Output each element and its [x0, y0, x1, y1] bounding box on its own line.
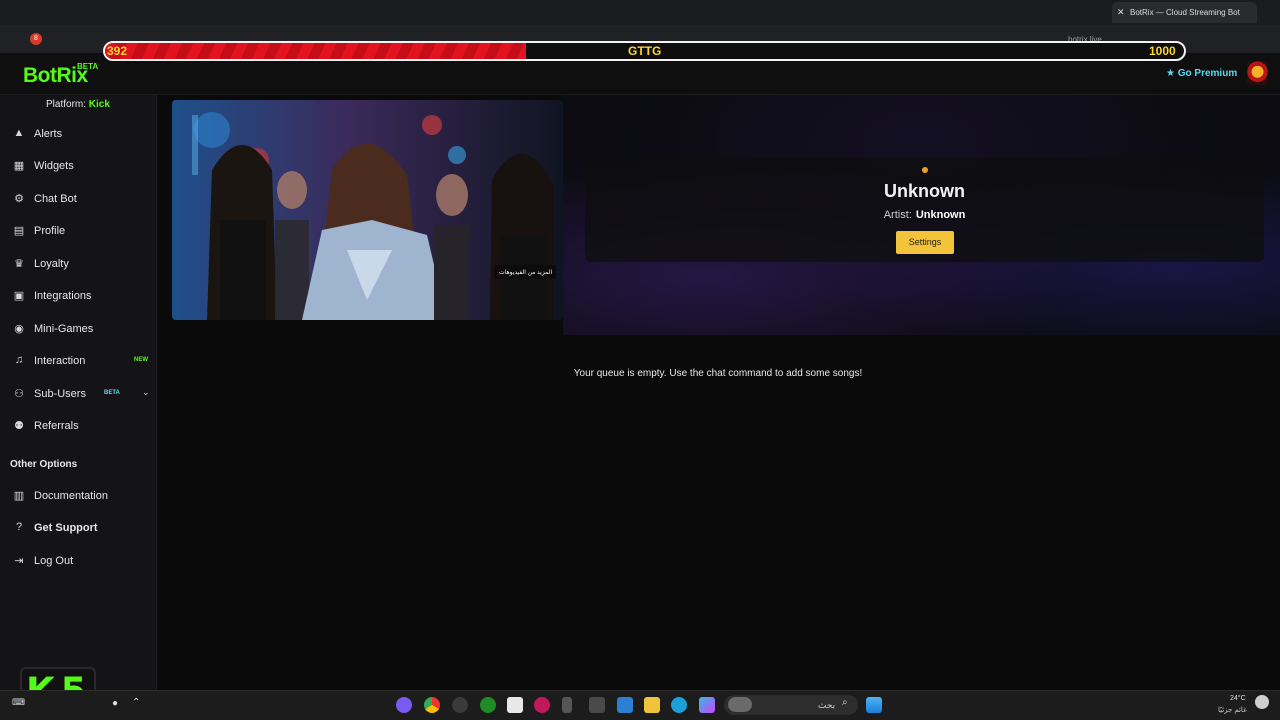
go-premium-label: Go Premium [1177, 68, 1238, 79]
health-current: 392 [107, 44, 128, 58]
sidebar-item-label: Referrals [34, 420, 79, 432]
browser-tab[interactable]: ✕ BotRix — Cloud Streaming Bot [1112, 2, 1257, 23]
warning-icon: ▲ [13, 127, 25, 139]
obs-icon[interactable] [452, 697, 468, 713]
status-dot [922, 167, 928, 173]
weather-icon[interactable] [1255, 695, 1269, 709]
sidebar-item-log-out[interactable]: ⇥ Log Out [0, 547, 157, 575]
sidebar-item-label: Documentation [34, 490, 108, 502]
book-icon: ▥ [13, 490, 25, 502]
tab-title: BotRix — Cloud Streaming Bot [1130, 8, 1240, 17]
sidebar-item-documentation[interactable]: ▥ Documentation [0, 482, 157, 510]
sidebar-item-mini-games[interactable]: ◉ Mini-Games [0, 315, 157, 343]
app-cube-icon[interactable] [589, 697, 605, 713]
logout-icon: ⇥ [14, 555, 24, 567]
copilot-icon[interactable] [699, 697, 715, 713]
grid-icon: ▦ [13, 160, 25, 172]
integration-icon: ▣ [13, 290, 25, 302]
artist-label: Artist: [883, 209, 912, 221]
platform-value[interactable]: Kick [89, 99, 110, 110]
sidebar-item-label: Integrations [34, 290, 92, 302]
close-tab-icon[interactable]: ✕ [1117, 2, 1125, 23]
microphone-icon[interactable]: ● [112, 698, 118, 709]
window-titlebar [0, 0, 1280, 25]
record-icon[interactable]: 8 [30, 33, 42, 45]
user-group-icon: ⚉ [14, 420, 24, 432]
question-icon: ? [15, 521, 23, 533]
sidebar-item-label: Get Support [34, 522, 98, 534]
xbox-icon[interactable] [480, 697, 496, 713]
mail-icon[interactable] [617, 697, 633, 713]
robot-icon: ⚙ [14, 193, 24, 205]
trophy-icon: ♛ [14, 258, 24, 270]
gamepad-icon: ◉ [14, 323, 24, 335]
sidebar-item-profile[interactable]: ▤ Profile [0, 217, 157, 245]
sidebar-item-get-support[interactable]: ? Get Support [0, 514, 157, 542]
sidebar-item-chat-bot[interactable]: ⚙ Chat Bot [0, 185, 157, 213]
sidebar-item-label: Interaction [34, 355, 86, 367]
new-badge: NEW [134, 357, 148, 363]
tray-chevron-icon[interactable]: ⌃ [132, 697, 140, 708]
folder-icon[interactable] [644, 697, 660, 713]
temperature: 24°C [1230, 695, 1246, 702]
keyboard-icon[interactable]: ⌨ [12, 697, 25, 708]
taskbar [0, 690, 1280, 720]
sidebar-item-loyalty[interactable]: ♛ Loyalty [0, 250, 157, 278]
video-caption[interactable]: المزيد من الفيديوهات [499, 269, 552, 276]
edge-icon[interactable] [671, 697, 687, 713]
windows-start-icon[interactable] [866, 697, 882, 713]
artist-value: Unknown [915, 209, 966, 221]
sidebar-item-widgets[interactable]: ▦ Widgets [0, 152, 157, 180]
video-player[interactable]: المزيد من الفيديوهات [172, 100, 563, 320]
users-icon: ⚇ [14, 388, 24, 400]
sidebar-item-interaction[interactable]: ♫ Interaction NEW [0, 347, 157, 375]
sidebar-item-alerts[interactable]: ▲ Alerts [0, 120, 157, 148]
weather-description: غائم جزئيًا [1218, 707, 1247, 714]
beta-badge: BETA [77, 62, 99, 71]
sidebar-item-label: Chat Bot [34, 193, 77, 205]
beta-badge: BETA [104, 390, 120, 396]
chrome-icon[interactable] [424, 697, 440, 713]
sidebar-item-integrations[interactable]: ▣ Integrations [0, 282, 157, 310]
sidebar-item-referrals[interactable]: ⚉ Referrals [0, 412, 157, 440]
search-highlight-icon [728, 697, 752, 712]
sidebar-item-label: Mini-Games [34, 323, 94, 335]
star-icon: ★ [1166, 68, 1175, 79]
sidebar-item-label: Alerts [34, 128, 63, 140]
sidebar-item-label: Widgets [34, 160, 74, 172]
settings-button[interactable]: Settings [896, 231, 954, 254]
health-bar-fill [105, 43, 526, 59]
sidebar-item-label: Sub-Users [34, 388, 86, 400]
avatar[interactable] [1247, 61, 1268, 85]
other-options-heading: Other Options [10, 459, 78, 470]
empty-queue-message: Your queue is empty. Use the chat comman… [573, 368, 863, 379]
platform-label: Platform: [46, 99, 87, 110]
song-title: Unknown [884, 181, 965, 201]
id-card-icon: ▤ [13, 225, 25, 237]
discord-icon[interactable] [396, 697, 412, 713]
artist-line: Artist: Unknown [585, 209, 1264, 221]
sidebar-item-sub-users[interactable]: ⚇ Sub-Users BETA ⌄ [0, 380, 157, 408]
google-icon[interactable] [507, 697, 523, 713]
sidebar-item-label: Loyalty [34, 258, 69, 270]
search-icon: ⌕ [842, 697, 848, 708]
platform-indicator: Platform: Kick [46, 99, 110, 110]
app-red-icon[interactable] [534, 697, 550, 713]
health-max: 1000 [1149, 44, 1176, 58]
music-icon: ♫ [14, 354, 24, 366]
search-placeholder: بحث [818, 700, 836, 710]
sidebar-item-label: Profile [34, 225, 66, 237]
chevron-down-icon[interactable]: ⌄ [142, 387, 150, 398]
health-label: GTTG [628, 44, 662, 58]
app-dark-icon[interactable] [562, 697, 572, 713]
go-premium-button[interactable]: ★ Go Premium [1166, 68, 1237, 79]
video-frame [172, 100, 563, 320]
sidebar-item-label: Log Out [34, 555, 74, 567]
